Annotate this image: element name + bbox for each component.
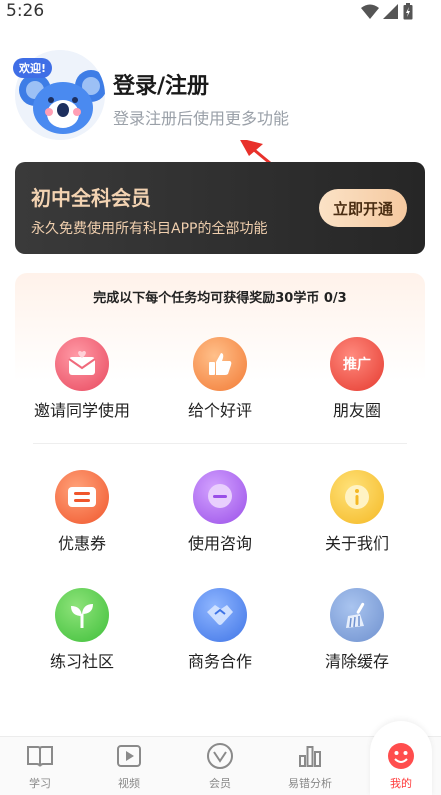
nav-tab-video-label: 视频 [118, 777, 140, 790]
invite-classmates-label: 邀请同学使用 [33, 401, 130, 420]
welcome-badge: 欢迎! [13, 58, 53, 78]
info-icon [330, 470, 384, 524]
promote-icon: 推广 [330, 337, 384, 391]
bar-chart-icon [296, 743, 324, 769]
invite-envelope-icon [55, 337, 109, 391]
consultation-item[interactable]: 使用咨询 [160, 470, 280, 553]
vip-subtitle: 永久免费使用所有科目APP的全部功能 [31, 221, 268, 237]
nav-tab-mine-label: 我的 [390, 777, 412, 790]
chat-bubble-icon [193, 470, 247, 524]
practice-community-item[interactable]: 练习社区 [22, 588, 142, 671]
nav-tab-error-analysis-label: 易错分析 [288, 777, 332, 790]
vip-icon [206, 743, 234, 769]
coupon-label: 优惠券 [57, 534, 106, 553]
vip-title: 初中全科会员 [31, 186, 151, 210]
give-rating-item[interactable]: 给个好评 [160, 337, 280, 420]
section-divider [33, 443, 407, 444]
sprout-icon [55, 588, 109, 642]
nav-tab-vip[interactable]: 会员 [180, 743, 260, 791]
clear-cache-label: 清除缓存 [324, 652, 389, 671]
nav-tab-mine[interactable]: 我的 [361, 743, 441, 791]
login-register-title[interactable]: 登录/注册 [113, 68, 209, 100]
nav-tab-study[interactable]: 学习 [0, 743, 80, 791]
promote-icon-text: 推广 [343, 357, 371, 373]
about-us-label: 关于我们 [324, 534, 389, 553]
nav-tab-video[interactable]: 视频 [89, 743, 169, 791]
book-icon [26, 743, 54, 769]
task-reward-header: 完成以下每个任务均可获得奖励30学币 0/3 [93, 291, 347, 306]
about-us-item[interactable]: 关于我们 [297, 470, 417, 553]
activate-now-button[interactable]: 立即开通 [319, 189, 407, 227]
wifi-icon [361, 4, 379, 24]
status-icons [361, 3, 413, 24]
business-cooperation-item[interactable]: 商务合作 [160, 588, 280, 671]
nav-tab-study-label: 学习 [29, 777, 51, 790]
moments-share-item[interactable]: 推广 朋友圈 [297, 337, 417, 420]
moments-share-label: 朋友圈 [332, 401, 381, 420]
consultation-label: 使用咨询 [187, 534, 252, 553]
signal-icon [383, 3, 399, 24]
invite-classmates-item[interactable]: 邀请同学使用 [22, 337, 142, 420]
nav-tab-vip-label: 会员 [209, 777, 231, 790]
broom-icon [330, 588, 384, 642]
business-cooperation-label: 商务合作 [187, 652, 252, 671]
thumbs-up-icon [193, 337, 247, 391]
coupon-item[interactable]: 优惠券 [22, 470, 142, 553]
login-register-subtitle: 登录注册后使用更多功能 [113, 109, 290, 128]
vip-membership-card[interactable]: 初中全科会员 永久免费使用所有科目APP的全部功能 立即开通 [15, 162, 425, 254]
handshake-icon [193, 588, 247, 642]
video-play-icon [115, 743, 143, 769]
smiley-icon [387, 743, 415, 769]
status-time: 5:26 [6, 1, 45, 21]
clear-cache-item[interactable]: 清除缓存 [297, 588, 417, 671]
give-rating-label: 给个好评 [187, 401, 252, 420]
status-bar: 5:26 [0, 0, 441, 26]
profile-header[interactable]: 欢迎! 登录/注册 登录注册后使用更多功能 [13, 50, 415, 204]
bottom-navigation: 学习 视频 会员 易错分析 我的 [0, 721, 441, 795]
coupon-icon [55, 470, 109, 524]
battery-icon [403, 3, 413, 24]
practice-community-label: 练习社区 [49, 652, 114, 671]
nav-tab-error-analysis[interactable]: 易错分析 [270, 743, 350, 791]
